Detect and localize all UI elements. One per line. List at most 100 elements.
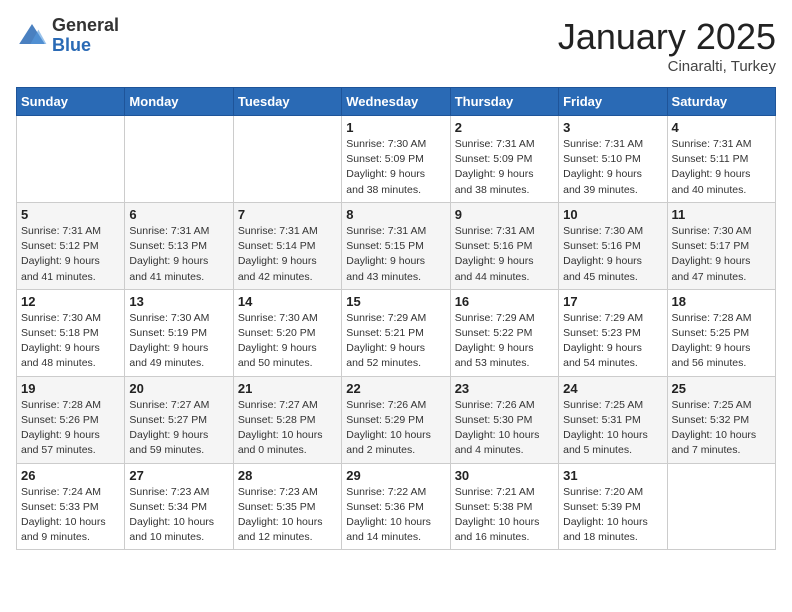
calendar-cell: 13Sunrise: 7:30 AM Sunset: 5:19 PM Dayli… [125, 289, 233, 376]
day-number: 21 [238, 381, 337, 396]
calendar-week-row: 12Sunrise: 7:30 AM Sunset: 5:18 PM Dayli… [17, 289, 776, 376]
day-info: Sunrise: 7:23 AM Sunset: 5:34 PM Dayligh… [129, 485, 228, 546]
day-number: 3 [563, 120, 662, 135]
day-number: 17 [563, 294, 662, 309]
day-info: Sunrise: 7:31 AM Sunset: 5:16 PM Dayligh… [455, 224, 554, 285]
day-number: 24 [563, 381, 662, 396]
calendar-cell [125, 116, 233, 203]
day-number: 25 [672, 381, 771, 396]
calendar-cell: 2Sunrise: 7:31 AM Sunset: 5:09 PM Daylig… [450, 116, 558, 203]
calendar-cell: 17 Sunrise: 7:29 AM Sunset: 5:23 PM Dayli… [559, 289, 667, 376]
day-info: Sunrise: 7:30 AM Sunset: 5:17 PM Dayligh… [672, 224, 771, 285]
day-number: 29 [346, 468, 445, 483]
weekday-header-saturday: Saturday [667, 88, 775, 116]
weekday-header-friday: Friday [559, 88, 667, 116]
weekday-header-wednesday: Wednesday [342, 88, 450, 116]
day-number: 5 [21, 207, 120, 222]
day-info: Sunrise: 7:31 AM Sunset: 5:09 PM Dayligh… [455, 137, 554, 198]
day-info: Sunrise: 7:24 AM Sunset: 5:33 PM Dayligh… [21, 485, 120, 546]
calendar-cell: 5 Sunrise: 7:31 AM Sunset: 5:12 PM Daylig… [17, 202, 125, 289]
page-header: General Blue January 2025 Cinaralti, Tur… [16, 16, 776, 75]
title-block: January 2025 Cinaralti, Turkey [558, 16, 776, 75]
calendar-cell: 11 Sunrise: 7:30 AM Sunset: 5:17 PM Dayli… [667, 202, 775, 289]
calendar-cell: 3 Sunrise: 7:31 AM Sunset: 5:10 PM Daylig… [559, 116, 667, 203]
weekday-header-row: SundayMondayTuesdayWednesdayThursdayFrid… [17, 88, 776, 116]
calendar-cell: 31 Sunrise: 7:20 AM Sunset: 5:39 PM Dayli… [559, 463, 667, 550]
day-number: 18 [672, 294, 771, 309]
day-number: 31 [563, 468, 662, 483]
weekday-header-monday: Monday [125, 88, 233, 116]
logo-blue: Blue [52, 36, 119, 56]
day-info: Sunrise: 7:20 AM Sunset: 5:39 PM Dayligh… [563, 485, 662, 546]
weekday-header-thursday: Thursday [450, 88, 558, 116]
day-info: Sunrise: 7:26 AM Sunset: 5:29 PM Dayligh… [346, 398, 445, 459]
logo-text: General Blue [52, 16, 119, 56]
calendar-cell: 19Sunrise: 7:28 AM Sunset: 5:26 PM Dayli… [17, 376, 125, 463]
day-number: 30 [455, 468, 554, 483]
calendar-cell [233, 116, 341, 203]
calendar-week-row: 1 Sunrise: 7:30 AM Sunset: 5:09 PM Daylig… [17, 116, 776, 203]
weekday-header-tuesday: Tuesday [233, 88, 341, 116]
calendar-cell: 29 Sunrise: 7:22 AM Sunset: 5:36 PM Dayli… [342, 463, 450, 550]
calendar-cell: 30Sunrise: 7:21 AM Sunset: 5:38 PM Dayli… [450, 463, 558, 550]
location: Cinaralti, Turkey [558, 58, 776, 75]
day-number: 1 [346, 120, 445, 135]
logo-general: General [52, 16, 119, 36]
day-number: 27 [129, 468, 228, 483]
day-info: Sunrise: 7:22 AM Sunset: 5:36 PM Dayligh… [346, 485, 445, 546]
logo-icon [16, 20, 48, 52]
day-info: Sunrise: 7:27 AM Sunset: 5:28 PM Dayligh… [238, 398, 337, 459]
day-number: 13 [129, 294, 228, 309]
calendar-cell: 6 Sunrise: 7:31 AM Sunset: 5:13 PM Daylig… [125, 202, 233, 289]
logo: General Blue [16, 16, 119, 56]
calendar-cell: 7 Sunrise: 7:31 AM Sunset: 5:14 PM Daylig… [233, 202, 341, 289]
day-info: Sunrise: 7:29 AM Sunset: 5:23 PM Dayligh… [563, 311, 662, 372]
calendar-cell: 4 Sunrise: 7:31 AM Sunset: 5:11 PM Daylig… [667, 116, 775, 203]
calendar-cell: 24 Sunrise: 7:25 AM Sunset: 5:31 PM Dayli… [559, 376, 667, 463]
day-info: Sunrise: 7:23 AM Sunset: 5:35 PM Dayligh… [238, 485, 337, 546]
day-number: 28 [238, 468, 337, 483]
day-info: Sunrise: 7:31 AM Sunset: 5:11 PM Dayligh… [672, 137, 771, 198]
day-info: Sunrise: 7:30 AM Sunset: 5:18 PM Dayligh… [21, 311, 120, 372]
calendar-cell: 23 Sunrise: 7:26 AM Sunset: 5:30 PM Dayli… [450, 376, 558, 463]
calendar-cell: 22 Sunrise: 7:26 AM Sunset: 5:29 PM Dayli… [342, 376, 450, 463]
day-info: Sunrise: 7:28 AM Sunset: 5:25 PM Dayligh… [672, 311, 771, 372]
day-number: 7 [238, 207, 337, 222]
month-title: January 2025 [558, 16, 776, 58]
calendar-cell [667, 463, 775, 550]
day-number: 19 [21, 381, 120, 396]
weekday-header-sunday: Sunday [17, 88, 125, 116]
calendar-cell: 10Sunrise: 7:30 AM Sunset: 5:16 PM Dayli… [559, 202, 667, 289]
day-number: 16 [455, 294, 554, 309]
day-info: Sunrise: 7:29 AM Sunset: 5:21 PM Dayligh… [346, 311, 445, 372]
day-info: Sunrise: 7:30 AM Sunset: 5:20 PM Dayligh… [238, 311, 337, 372]
calendar-week-row: 19Sunrise: 7:28 AM Sunset: 5:26 PM Dayli… [17, 376, 776, 463]
day-number: 6 [129, 207, 228, 222]
day-number: 11 [672, 207, 771, 222]
day-info: Sunrise: 7:30 AM Sunset: 5:09 PM Dayligh… [346, 137, 445, 198]
day-number: 26 [21, 468, 120, 483]
day-number: 8 [346, 207, 445, 222]
day-info: Sunrise: 7:31 AM Sunset: 5:13 PM Dayligh… [129, 224, 228, 285]
day-info: Sunrise: 7:31 AM Sunset: 5:12 PM Dayligh… [21, 224, 120, 285]
day-info: Sunrise: 7:29 AM Sunset: 5:22 PM Dayligh… [455, 311, 554, 372]
calendar-cell: 21 Sunrise: 7:27 AM Sunset: 5:28 PM Dayli… [233, 376, 341, 463]
day-number: 22 [346, 381, 445, 396]
day-info: Sunrise: 7:31 AM Sunset: 5:14 PM Dayligh… [238, 224, 337, 285]
day-info: Sunrise: 7:25 AM Sunset: 5:31 PM Dayligh… [563, 398, 662, 459]
calendar-cell: 1 Sunrise: 7:30 AM Sunset: 5:09 PM Daylig… [342, 116, 450, 203]
day-number: 20 [129, 381, 228, 396]
calendar-cell: 27 Sunrise: 7:23 AM Sunset: 5:34 PM Dayli… [125, 463, 233, 550]
day-info: Sunrise: 7:26 AM Sunset: 5:30 PM Dayligh… [455, 398, 554, 459]
calendar-cell: 8Sunrise: 7:31 AM Sunset: 5:15 PM Daylig… [342, 202, 450, 289]
calendar-cell: 18 Sunrise: 7:28 AM Sunset: 5:25 PM Dayli… [667, 289, 775, 376]
calendar-cell: 16 Sunrise: 7:29 AM Sunset: 5:22 PM Dayli… [450, 289, 558, 376]
day-info: Sunrise: 7:30 AM Sunset: 5:16 PM Dayligh… [563, 224, 662, 285]
day-info: Sunrise: 7:25 AM Sunset: 5:32 PM Dayligh… [672, 398, 771, 459]
day-number: 23 [455, 381, 554, 396]
calendar-cell: 9Sunrise: 7:31 AM Sunset: 5:16 PM Daylig… [450, 202, 558, 289]
day-info: Sunrise: 7:31 AM Sunset: 5:10 PM Dayligh… [563, 137, 662, 198]
day-number: 4 [672, 120, 771, 135]
calendar-cell: 12Sunrise: 7:30 AM Sunset: 5:18 PM Dayli… [17, 289, 125, 376]
calendar-cell: 15Sunrise: 7:29 AM Sunset: 5:21 PM Dayli… [342, 289, 450, 376]
